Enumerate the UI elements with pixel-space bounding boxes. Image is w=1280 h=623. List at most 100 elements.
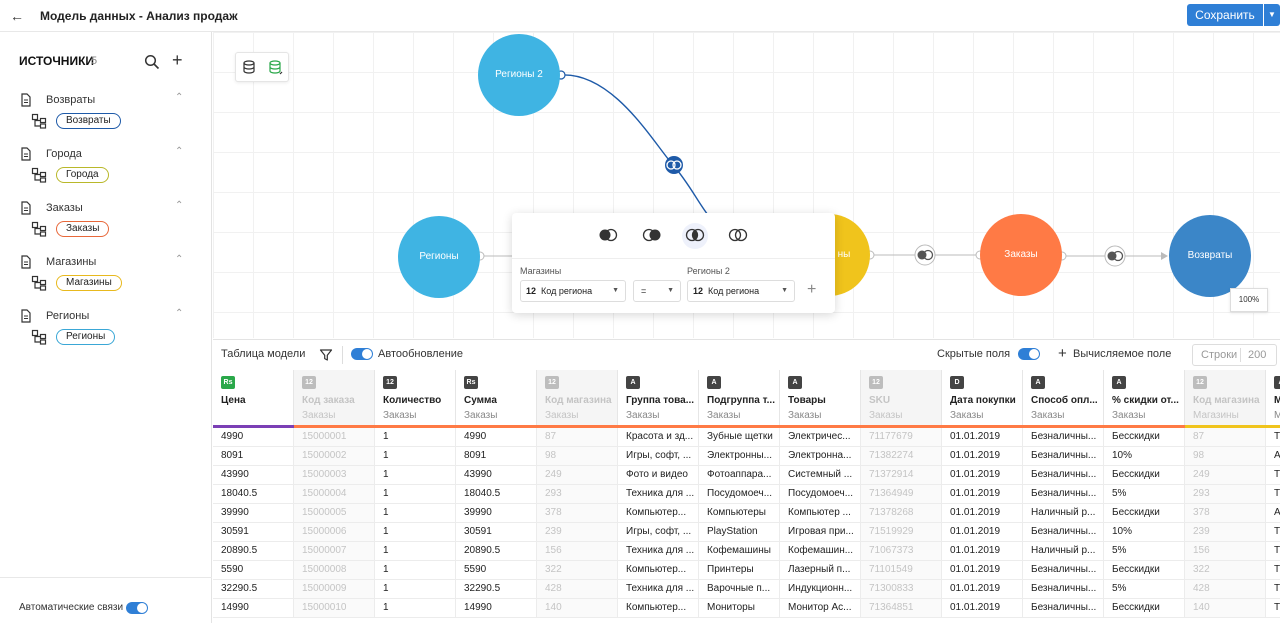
zoom-level[interactable]: 100% <box>1230 288 1268 312</box>
left-field-select[interactable]: 12 Код региона ▼ <box>520 280 626 302</box>
table-cell[interactable]: Т <box>1266 599 1280 618</box>
column-header[interactable]: A Группа това... Заказы <box>618 370 699 427</box>
table-cell[interactable]: 71067373 <box>861 542 942 561</box>
table-cell[interactable]: Техника для ... <box>618 485 699 504</box>
source-header[interactable]: Регионы ⌃ <box>19 308 199 324</box>
table-cell[interactable]: Т <box>1266 485 1280 504</box>
table-cell[interactable]: 01.01.2019 <box>942 447 1023 466</box>
table-cell[interactable]: А <box>1266 504 1280 523</box>
column-header[interactable]: 12 Код заказа Заказы <box>294 370 375 427</box>
table-cell[interactable]: 39990 <box>213 504 294 523</box>
table-cell[interactable]: 98 <box>537 447 618 466</box>
table-cell[interactable]: Т <box>1266 428 1280 447</box>
table-cell[interactable]: 01.01.2019 <box>942 466 1023 485</box>
add-condition-icon[interactable]: + <box>807 281 816 299</box>
auto-links-toggle[interactable] <box>126 602 148 614</box>
table-cell[interactable]: 156 <box>537 542 618 561</box>
table-cell[interactable]: 71378268 <box>861 504 942 523</box>
table-cell[interactable]: 15000001 <box>294 428 375 447</box>
table-cell[interactable]: 5% <box>1104 580 1185 599</box>
table-cell[interactable]: 1 <box>375 599 456 618</box>
table-cell[interactable]: 8091 <box>456 447 537 466</box>
add-source-icon[interactable]: + <box>172 50 183 70</box>
column-header[interactable]: 12 SKU Заказы <box>861 370 942 427</box>
table-cell[interactable]: Бесскидки <box>1104 466 1185 485</box>
table-cell[interactable]: 01.01.2019 <box>942 428 1023 447</box>
table-cell[interactable]: Монитор Ас... <box>780 599 861 618</box>
table-cell[interactable]: Игры, софт, ... <box>618 523 699 542</box>
table-cell[interactable]: 322 <box>537 561 618 580</box>
inner-join-icon[interactable] <box>684 227 706 243</box>
table-cell[interactable]: А <box>1266 447 1280 466</box>
table-cell[interactable]: Т <box>1266 466 1280 485</box>
table-cell[interactable]: 15000004 <box>294 485 375 504</box>
node-orders[interactable]: Заказы <box>980 214 1062 296</box>
rows-limit-input[interactable]: Строки 200 <box>1192 344 1277 366</box>
table-cell[interactable]: 378 <box>537 504 618 523</box>
left-join-icon[interactable] <box>597 227 619 243</box>
add-calculated-field-icon[interactable]: + <box>1058 345 1067 362</box>
table-cell[interactable]: 71364851 <box>861 599 942 618</box>
table-cell[interactable]: 1 <box>375 580 456 599</box>
table-cell[interactable]: Безналичны... <box>1023 580 1104 599</box>
table-cell[interactable]: 39990 <box>456 504 537 523</box>
link-line[interactable] <box>560 74 709 216</box>
table-cell[interactable]: Электричес... <box>780 428 861 447</box>
table-cell[interactable]: 01.01.2019 <box>942 580 1023 599</box>
table-cell[interactable]: 01.01.2019 <box>942 599 1023 618</box>
table-cell[interactable]: 140 <box>537 599 618 618</box>
table-cell[interactable]: 239 <box>1185 523 1266 542</box>
table-cell[interactable]: Варочные п... <box>699 580 780 599</box>
table-cell[interactable]: Т <box>1266 523 1280 542</box>
full-join-icon[interactable] <box>727 227 749 243</box>
table-cell[interactable]: 71372914 <box>861 466 942 485</box>
table-cell[interactable]: 71300833 <box>861 580 942 599</box>
table-cell[interactable]: Бесскидки <box>1104 428 1185 447</box>
node-regions[interactable]: Регионы <box>398 216 480 298</box>
table-cell[interactable]: Электронны... <box>699 447 780 466</box>
table-cell[interactable]: 1 <box>375 504 456 523</box>
column-header[interactable]: Rs Сумма Заказы <box>456 370 537 427</box>
join-active-icon[interactable] <box>665 156 683 174</box>
table-cell[interactable]: 5% <box>1104 485 1185 504</box>
table-cell[interactable]: PlayStation <box>699 523 780 542</box>
table-cell[interactable]: 71382274 <box>861 447 942 466</box>
table-cell[interactable]: 32290.5 <box>456 580 537 599</box>
table-cell[interactable]: 1 <box>375 428 456 447</box>
table-cell[interactable]: 1 <box>375 523 456 542</box>
table-cell[interactable]: Индукционн... <box>780 580 861 599</box>
table-cell[interactable]: 87 <box>537 428 618 447</box>
table-cell[interactable]: 428 <box>537 580 618 599</box>
column-header[interactable]: A Подгруппа т... Заказы <box>699 370 780 427</box>
table-cell[interactable]: Посудомоеч... <box>780 485 861 504</box>
source-header[interactable]: Заказы ⌃ <box>19 200 199 216</box>
table-cell[interactable]: 98 <box>1185 447 1266 466</box>
table-cell[interactable]: 20890.5 <box>456 542 537 561</box>
table-pill[interactable]: Магазины <box>56 275 122 291</box>
table-cell[interactable]: Компьютер... <box>618 599 699 618</box>
table-cell[interactable]: 293 <box>537 485 618 504</box>
table-cell[interactable]: 71101549 <box>861 561 942 580</box>
table-cell[interactable]: Бесскидки <box>1104 561 1185 580</box>
node-returns[interactable]: Возвраты <box>1169 215 1251 297</box>
table-cell[interactable]: 239 <box>537 523 618 542</box>
table-cell[interactable]: Лазерный п... <box>780 561 861 580</box>
table-cell[interactable]: 14990 <box>456 599 537 618</box>
table-cell[interactable]: Бесскидки <box>1104 504 1185 523</box>
table-cell[interactable]: Зубные щетки <box>699 428 780 447</box>
hidden-fields-toggle[interactable] <box>1018 348 1040 360</box>
table-cell[interactable]: 378 <box>1185 504 1266 523</box>
calculated-field-button[interactable]: Вычисляемое поле <box>1073 348 1171 360</box>
table-cell[interactable]: Принтеры <box>699 561 780 580</box>
table-cell[interactable]: Безналичны... <box>1023 599 1104 618</box>
table-cell[interactable]: 322 <box>1185 561 1266 580</box>
chevron-up-icon[interactable]: ⌃ <box>175 92 183 103</box>
table-cell[interactable]: 4990 <box>456 428 537 447</box>
table-cell[interactable]: 01.01.2019 <box>942 523 1023 542</box>
table-cell[interactable]: 1 <box>375 447 456 466</box>
chevron-up-icon[interactable]: ⌃ <box>175 200 183 211</box>
table-cell[interactable]: Фото и видео <box>618 466 699 485</box>
table-cell[interactable]: Компьютер ... <box>780 504 861 523</box>
table-cell[interactable]: 14990 <box>213 599 294 618</box>
table-cell[interactable]: 10% <box>1104 447 1185 466</box>
